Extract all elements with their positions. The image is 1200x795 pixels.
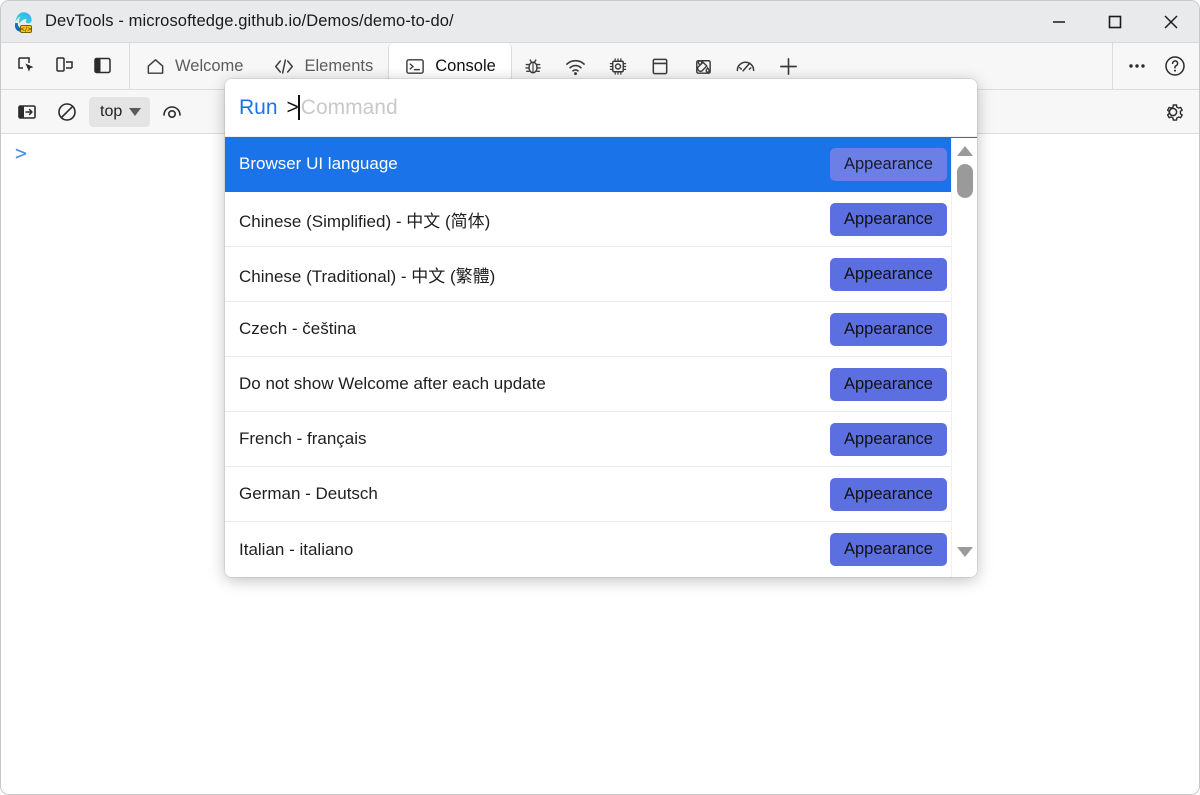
close-icon[interactable]	[1143, 1, 1199, 43]
eye-live-expression-icon[interactable]	[154, 95, 190, 129]
list-item-label: Italian - italiano	[239, 539, 354, 559]
console-prompt-icon	[404, 56, 426, 77]
chevron-down-icon	[129, 107, 142, 116]
inspect-tool-group	[1, 43, 130, 89]
status-badge: Appearance	[830, 257, 947, 291]
plus-icon	[777, 55, 800, 78]
tabstrip-right-tools	[1112, 43, 1199, 89]
command-palette-header: Run > Command	[225, 79, 977, 137]
command-palette-input[interactable]: > Command	[287, 95, 977, 120]
status-badge: Appearance	[830, 312, 947, 346]
window-controls	[1031, 1, 1199, 43]
status-badge: Appearance	[830, 202, 947, 236]
text-cursor	[297, 95, 300, 120]
list-item[interactable]: Chinese (Simplified) - 中文 (简体) Appearanc…	[225, 192, 977, 247]
devtools-window: </> DevTools - microsoftedge.github.io/D…	[0, 0, 1200, 795]
palette-placeholder: Command	[300, 95, 398, 119]
tab-label-elements: Elements	[304, 56, 374, 75]
status-badge: Appearance	[830, 367, 947, 401]
list-item[interactable]: Browser UI language Appearance	[225, 137, 977, 192]
minimize-icon[interactable]	[1031, 1, 1087, 43]
application-panel-icon	[649, 56, 671, 77]
title-bar: </> DevTools - microsoftedge.github.io/D…	[1, 1, 1199, 43]
home-icon	[145, 56, 166, 77]
clear-console-icon[interactable]	[49, 95, 85, 129]
device-emulation-icon[interactable]	[47, 49, 83, 83]
command-palette-results: Browser UI language Appearance Chinese (…	[225, 137, 977, 577]
scrollbar-thumb[interactable]	[957, 164, 973, 198]
dock-side-icon[interactable]	[85, 49, 121, 83]
status-badge: Appearance	[830, 422, 947, 456]
maximize-icon[interactable]	[1087, 1, 1143, 43]
list-item-label: German - Deutsch	[239, 484, 378, 503]
scroll-up-arrow-icon[interactable]	[952, 140, 977, 162]
javascript-context-selector[interactable]: top	[89, 96, 151, 127]
status-badge: Appearance	[830, 533, 947, 566]
list-item-label: Chinese (Simplified) - 中文 (简体)	[239, 211, 491, 231]
scroll-down-arrow-icon[interactable]	[952, 541, 977, 563]
bug-icon	[522, 56, 544, 77]
list-item-label: Chinese (Traditional) - 中文 (繁體)	[239, 266, 496, 286]
status-badge: Appearance	[830, 147, 947, 181]
paint-bucket-icon	[691, 56, 714, 77]
memory-chip-icon	[607, 56, 629, 77]
list-item[interactable]: Czech - čeština Appearance	[225, 302, 977, 357]
performance-gauge-icon	[734, 56, 757, 77]
list-item-label: Do not show Welcome after each update	[239, 374, 546, 393]
inspect-element-icon[interactable]	[9, 49, 45, 83]
scrollbar[interactable]	[951, 138, 977, 577]
gear-icon[interactable]	[1155, 95, 1191, 129]
list-item[interactable]: German - Deutsch Appearance	[225, 467, 977, 522]
svg-text:</>: </>	[20, 26, 32, 33]
status-badge: Appearance	[830, 477, 947, 511]
list-item[interactable]: French - français Appearance	[225, 412, 977, 467]
list-item[interactable]: Chinese (Traditional) - 中文 (繁體) Appearan…	[225, 247, 977, 302]
edge-devtools-logo-icon: </>	[11, 10, 35, 34]
command-palette: Run > Command Browser UI language Appear…	[225, 79, 977, 577]
tab-label-welcome: Welcome	[175, 56, 244, 75]
list-item-label: Czech - čeština	[239, 319, 357, 338]
network-wifi-icon	[564, 56, 587, 77]
list-item[interactable]: Italian - italiano Appearance	[225, 522, 977, 577]
list-item[interactable]: Do not show Welcome after each update Ap…	[225, 357, 977, 412]
console-prompt-symbol: >	[15, 141, 28, 165]
tab-label-console: Console	[435, 56, 496, 75]
window-title: DevTools - microsoftedge.github.io/Demos…	[45, 12, 454, 30]
palette-run-label: Run	[239, 95, 278, 119]
console-sidebar-icon[interactable]	[9, 95, 45, 129]
list-item-label: French - français	[239, 429, 367, 448]
code-brackets-icon	[273, 56, 295, 77]
more-options-icon[interactable]	[1119, 49, 1155, 83]
context-value: top	[100, 102, 123, 120]
list-item-label: Browser UI language	[239, 154, 398, 173]
help-question-icon[interactable]	[1157, 49, 1193, 83]
